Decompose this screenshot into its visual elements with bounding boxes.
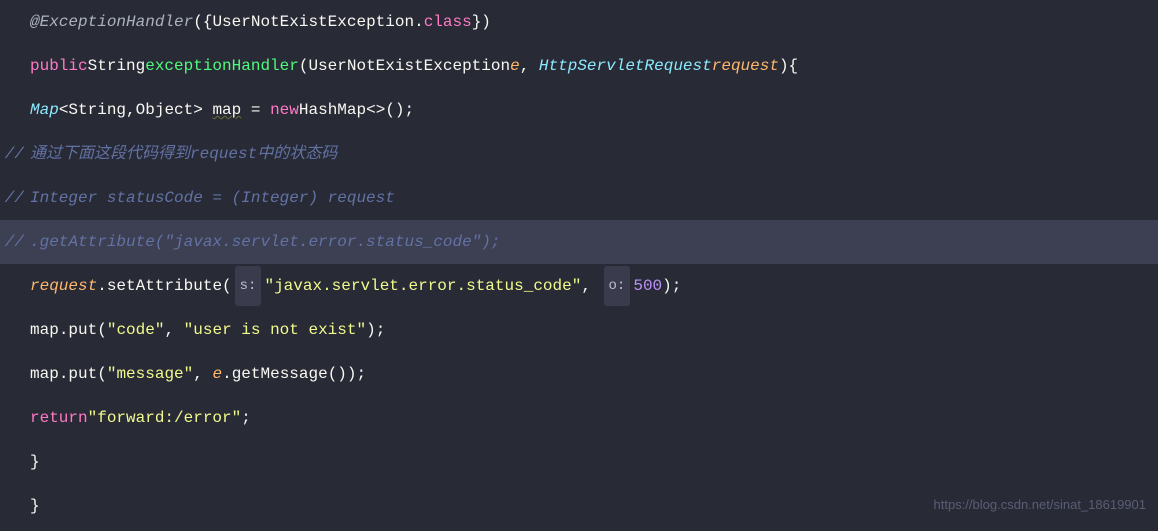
code-line-1: @ExceptionHandler({UserNotExistException… [0,0,1158,44]
code-line-3: Map<String,Object> map = new HashMap<>()… [0,88,1158,132]
code-line-7: request.setAttribute( s: "javax.servlet.… [0,264,1158,308]
code-line-8: map.put("code", "user is not exist"); [0,308,1158,352]
code-editor: @ExceptionHandler({UserNotExistException… [0,0,1158,528]
code-line-10: return "forward:/error"; [0,396,1158,440]
code-line-5: // Integer statusCode = (Integer) reques… [0,176,1158,220]
param-hint-s: s: [235,266,262,307]
code-line-11: } [0,440,1158,484]
code-line-2: public String exceptionHandler(UserNotEx… [0,44,1158,88]
watermark-text: https://blog.csdn.net/sinat_18619901 [934,487,1147,523]
code-line-6-highlighted: // .getAttribute("javax.servlet.error.st… [0,220,1158,264]
code-line-4: // 通过下面这段代码得到request中的状态码 [0,132,1158,176]
annotation: @ExceptionHandler [30,0,193,44]
code-line-9: map.put("message", e.getMessage()); [0,352,1158,396]
param-hint-o: o: [604,266,631,307]
